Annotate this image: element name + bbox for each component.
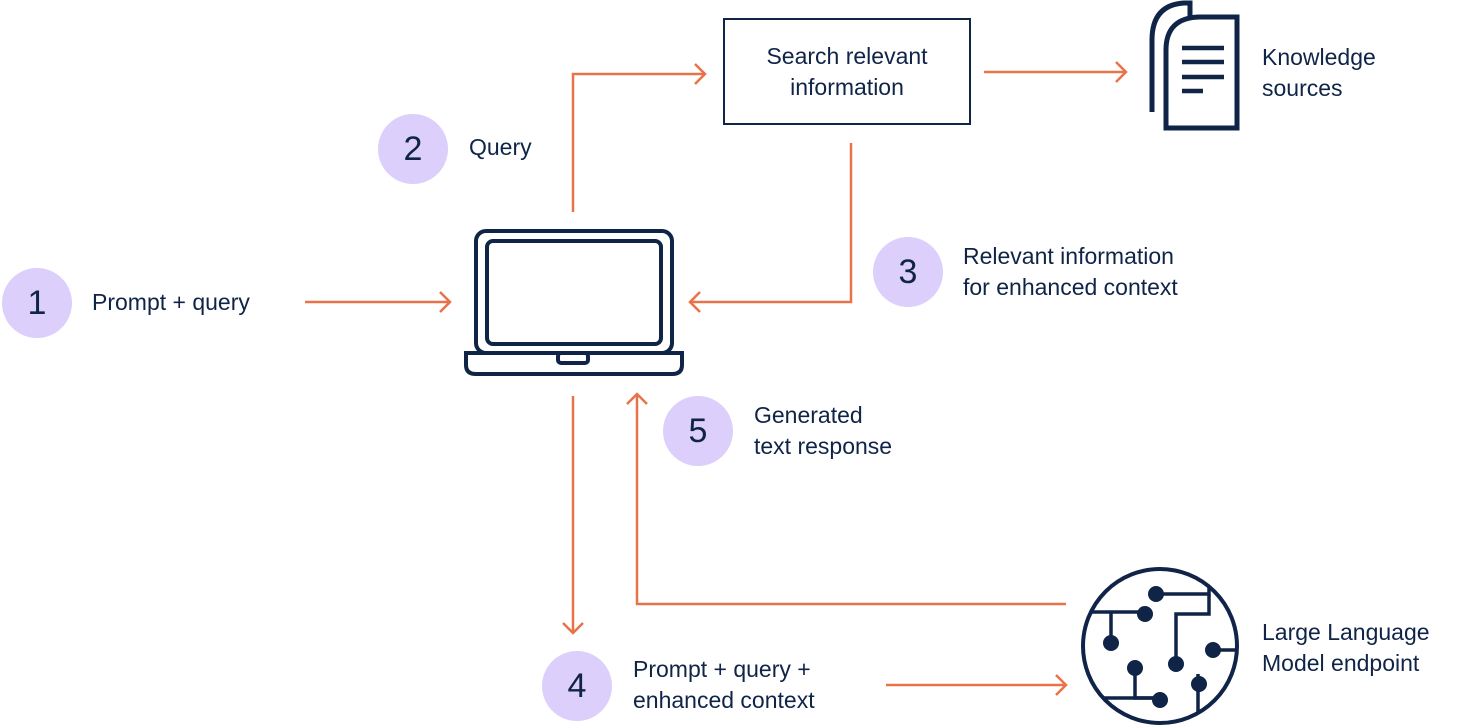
step-badge-1: 1: [2, 268, 72, 338]
label-line: Prompt + query: [92, 289, 250, 315]
llm-endpoint-label: Large Language Model endpoint: [1262, 617, 1430, 679]
arrow-prompt-to-client: [305, 291, 452, 313]
step-badge-3: 3: [873, 237, 943, 307]
arrow-context-to-llm: [886, 674, 1068, 696]
step-number: 3: [898, 252, 918, 291]
step-number: 2: [403, 129, 423, 168]
arrow-search-to-knowledge: [984, 61, 1128, 83]
label-line: Relevant information: [963, 243, 1174, 269]
search-relevant-information-box: Search relevant information: [723, 18, 971, 125]
label-line: text response: [754, 433, 893, 459]
label-line: Knowledge: [1262, 44, 1376, 70]
step-label-3: Relevant information for enhanced contex…: [963, 241, 1178, 303]
arrow-query-to-search: [571, 63, 707, 212]
label-line: sources: [1262, 75, 1343, 101]
label-line: Prompt + query +: [633, 656, 811, 682]
documents-icon: [1149, 0, 1240, 131]
step-number: 5: [688, 411, 708, 450]
label-line: Query: [469, 134, 532, 160]
step-label-2: Query: [469, 132, 532, 163]
step-badge-2: 2: [378, 114, 448, 184]
label-line: Generated: [754, 402, 863, 428]
laptop-icon: [464, 229, 684, 376]
step-badge-4: 4: [542, 651, 612, 721]
box-line: Search relevant: [766, 42, 928, 69]
knowledge-sources-label: Knowledge sources: [1262, 42, 1376, 104]
step-label-4: Prompt + query + enhanced context: [633, 654, 815, 716]
step-label-1: Prompt + query: [92, 287, 250, 318]
arrow-client-to-step4: [562, 396, 584, 635]
circuit-icon: [1081, 567, 1239, 725]
step-number: 4: [567, 666, 587, 705]
label-line: enhanced context: [633, 687, 815, 713]
step-badge-5: 5: [663, 396, 733, 466]
label-line: for enhanced context: [963, 274, 1178, 300]
box-line: information: [790, 73, 904, 100]
label-line: Model endpoint: [1262, 650, 1420, 676]
label-line: Large Language: [1262, 619, 1430, 645]
arrow-info-to-client: [688, 143, 853, 313]
step-label-5: Generated text response: [754, 400, 892, 462]
step-number: 1: [27, 283, 47, 322]
